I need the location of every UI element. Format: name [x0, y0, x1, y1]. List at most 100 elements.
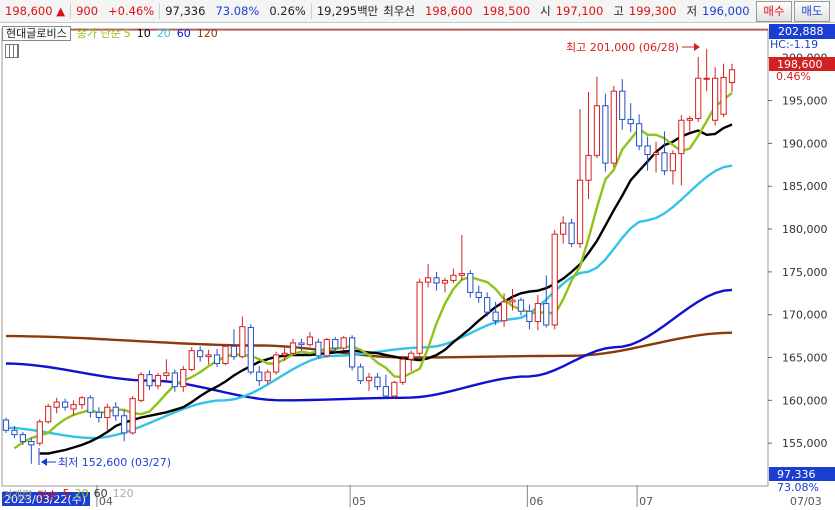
candle-up: [500, 301, 508, 322]
candle-up: [441, 279, 449, 284]
grid-toggle-icon[interactable]: [5, 44, 19, 58]
ma-type-label: 종가 단순: [76, 27, 121, 40]
open-label: 시: [540, 4, 551, 18]
chart-legend: 현대글로비스 종가 단순 5 10 20 60 120: [2, 25, 218, 41]
volume-ma20: 20: [74, 487, 89, 500]
candle-up: [450, 274, 457, 281]
best-ask: 198,600: [425, 4, 473, 18]
quote-bar: 198,600 ▲ 900 +0.46% 97,336 73.08% 0.26%…: [0, 0, 835, 23]
candle-down: [19, 434, 27, 442]
candle-down: [112, 406, 119, 417]
volume-ma-type: 단순: [37, 489, 58, 502]
ma60-legend: 60: [176, 26, 191, 40]
candle-up: [408, 352, 415, 360]
candle-down: [492, 311, 499, 322]
candle-down: [28, 440, 35, 446]
candle-up: [534, 303, 541, 323]
y-tick-label: 185,000: [782, 180, 828, 193]
candle-up: [340, 337, 347, 349]
candle-up: [104, 406, 111, 418]
x-tick-label: 06: [529, 495, 543, 507]
candle-up: [163, 372, 170, 377]
stock-name[interactable]: 현대글로비스: [2, 25, 71, 41]
candle-up: [686, 118, 693, 121]
candle-up: [53, 401, 60, 408]
candle-up: [652, 152, 660, 156]
candle-down: [95, 411, 102, 418]
candle-down: [517, 299, 525, 312]
candle-up: [728, 69, 736, 84]
candle-up: [239, 326, 246, 358]
sell-button[interactable]: 매도: [794, 1, 830, 22]
best-bid: 198,500: [482, 4, 531, 18]
y-tick-label: 170,000: [782, 309, 828, 322]
candle-up: [205, 354, 212, 358]
candle-up: [711, 77, 719, 121]
y-tick-label: 165,000: [782, 352, 828, 365]
candle-down: [568, 222, 575, 245]
candle-down: [61, 401, 69, 408]
ma20-legend: 20: [156, 26, 171, 40]
candle-up: [576, 179, 584, 245]
candle-down: [636, 123, 643, 147]
turnover-rate: 0.26%: [269, 4, 306, 18]
candle-up: [45, 405, 52, 423]
candle-up: [509, 299, 516, 303]
price-change: 900: [76, 4, 99, 18]
ma5-legend: 5: [123, 26, 131, 40]
candle-down: [256, 371, 263, 382]
candle-up: [610, 90, 617, 164]
candle-down: [374, 376, 381, 388]
low-price: 196,000: [702, 4, 750, 18]
y-tick-label: 195,000: [782, 95, 828, 108]
candle-down: [247, 327, 254, 373]
ma10-legend: 10: [136, 26, 151, 40]
candle-down: [484, 297, 491, 313]
best-quote-label: 최우선: [383, 4, 416, 18]
x-tick-label: 07/03: [790, 495, 822, 507]
candle-down: [87, 397, 94, 413]
y-tick-label: 155,000: [782, 437, 828, 450]
candle-down: [619, 90, 626, 120]
low-annotation: 최저 152,600 (03/27): [58, 456, 171, 469]
candle-up: [703, 77, 710, 80]
high-price: 199,300: [628, 4, 677, 18]
candle-up: [306, 336, 314, 346]
candle-down: [121, 415, 128, 434]
open-price: 197,100: [555, 4, 604, 18]
candle-up: [129, 398, 136, 434]
high-annotation: 최고 201,000 (06/28): [566, 41, 679, 54]
price-change-pct: +0.46%: [108, 4, 155, 18]
candle-up: [560, 222, 567, 235]
volume-ma60: 60: [93, 487, 108, 500]
up-arrow-icon: ▲: [56, 4, 66, 18]
candle-up: [180, 369, 187, 388]
candle-down: [2, 419, 10, 431]
candle-up: [154, 375, 162, 387]
candle-down: [644, 145, 651, 156]
candle-up: [264, 371, 271, 382]
candle-up: [669, 153, 677, 172]
volume-badge-value: 97,336: [777, 468, 816, 481]
candle-up: [424, 277, 432, 283]
candle-down: [171, 372, 178, 388]
volume-legend: 거래량 단순 5 20 60 120: [2, 487, 134, 503]
candle-down: [230, 345, 238, 358]
x-tick-label: 05: [352, 495, 366, 507]
candle-up: [222, 345, 229, 365]
chart-area[interactable]: 155,000 160,000 165,000 170,000 175,000 180,0…: [0, 23, 835, 508]
candle-up: [273, 354, 280, 373]
candle-down: [661, 152, 668, 172]
volume: 97,336: [165, 4, 206, 18]
low-label: 저: [686, 4, 698, 18]
candle-up: [78, 397, 86, 406]
candle-down: [348, 337, 356, 368]
trade-amount: 19,295백만: [316, 4, 379, 18]
candle-down: [602, 105, 609, 164]
max-axis-value: 202,888: [778, 25, 824, 38]
y-tick-label: 190,000: [782, 137, 828, 150]
candle-down: [146, 374, 153, 387]
price-chart: 155,000 160,000 165,000 170,000 175,000 180,0…: [1, 24, 835, 508]
high-label: 고: [613, 4, 624, 18]
buy-button[interactable]: 매수: [756, 1, 792, 22]
